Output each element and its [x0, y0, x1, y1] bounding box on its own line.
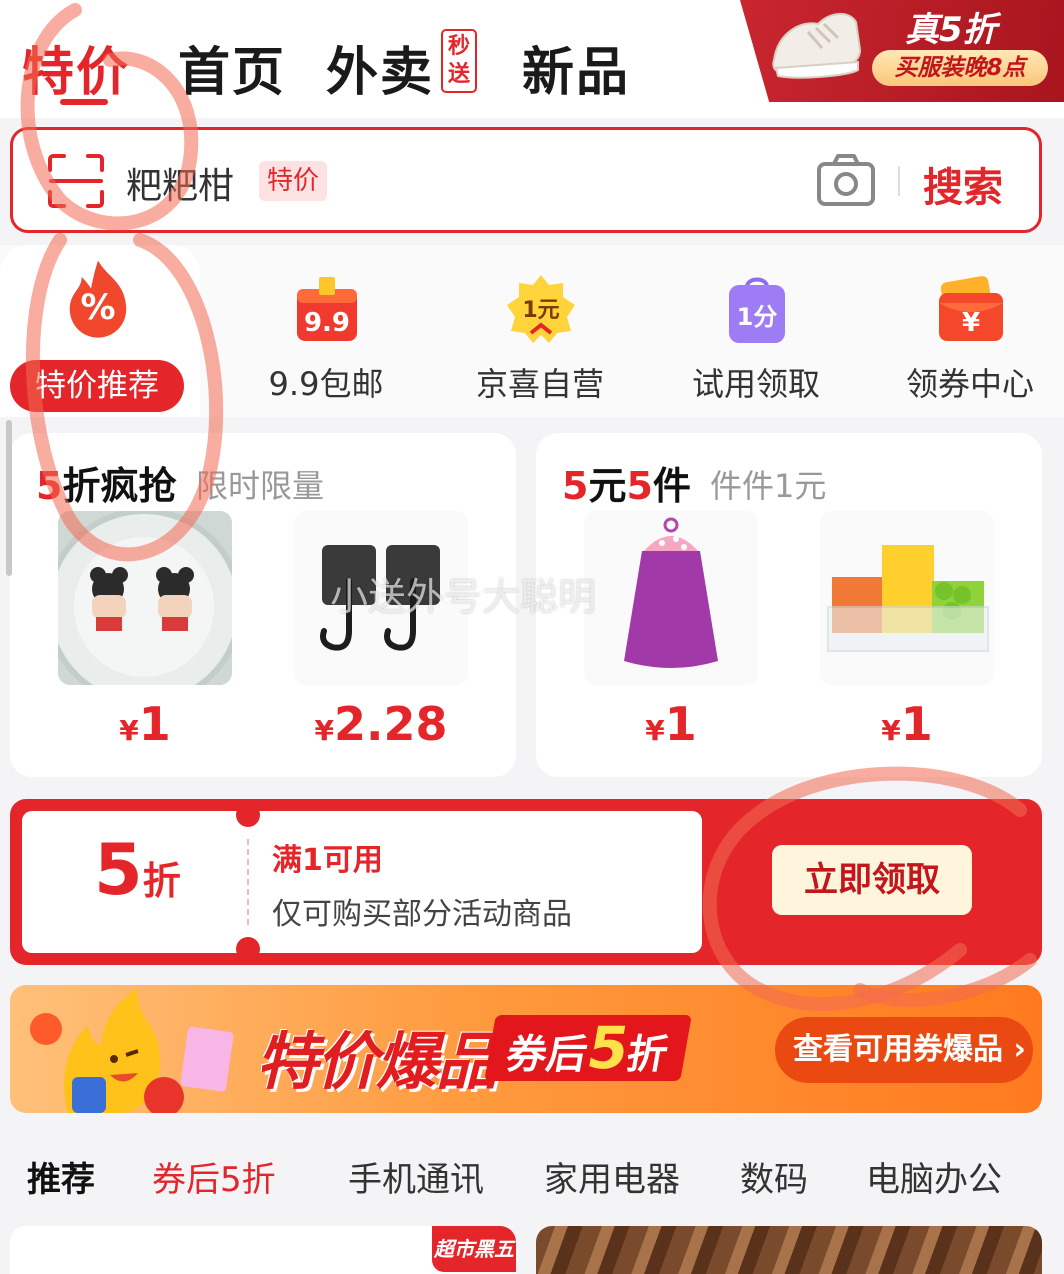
deal-card-five-for-five[interactable]: 5元5件 件件1元 ¥1 ¥1 [536, 433, 1042, 777]
nav-label: 试用领取 [691, 365, 820, 403]
feed-card[interactable]: 超市黑五 [10, 1226, 516, 1274]
search-divider [898, 166, 900, 196]
search-input[interactable]: 粑粑柑 [126, 157, 234, 209]
product-price: ¥1 [881, 697, 933, 751]
search-button[interactable]: 搜索 [923, 155, 1003, 213]
deal-card-half-price[interactable]: 5折疯抢 限时限量 ¥1 ¥2.28 [10, 433, 516, 777]
camera-icon[interactable] [816, 153, 876, 207]
yuan-badge-icon: 1元 [507, 275, 575, 343]
hot-deals-banner[interactable]: 特价爆品 券后5折 查看可用券爆品 › [10, 985, 1042, 1113]
sneaker-image [772, 13, 862, 79]
deal-subtitle: 件件1元 [710, 467, 827, 505]
nav-item-trial-claim[interactable]: 1分 试用领取 [656, 245, 856, 417]
nav-label: 特价推荐 [10, 360, 184, 412]
icon-nav: % 特价推荐 9.9 9.9包邮 1元 京喜自营 1分 试用领取 ¥ 领券中心 [0, 245, 1064, 417]
tab-takeout[interactable]: 外卖 [326, 30, 434, 105]
coupon-condition: 满1可用 [272, 843, 383, 878]
category-tab-appliances[interactable]: 家用电器 [544, 1152, 680, 1201]
coupon-notch [236, 803, 260, 827]
category-tab-phones[interactable]: 手机通讯 [348, 1152, 484, 1201]
claim-coupon-button[interactable]: 立即领取 [772, 845, 972, 915]
banner-title: 特价爆品 [256, 1025, 498, 1098]
promo-title: 真5折 [905, 10, 997, 50]
category-tab-computers[interactable]: 电脑办公 [866, 1152, 1002, 1201]
category-tab-half-price-coupon[interactable]: 券后5折 [152, 1152, 276, 1201]
coupon-divider [247, 839, 249, 925]
nav-label: 领券中心 [905, 365, 1034, 403]
nav-item-coupon-center[interactable]: ¥ 领券中心 [870, 245, 1064, 417]
percent-flame-icon: % [69, 260, 127, 338]
coupon-notch [236, 937, 260, 961]
red-envelope-icon: ¥ [939, 276, 1003, 341]
deal-subtitle: 限时限量 [196, 467, 325, 505]
flame-mascot-image [30, 989, 234, 1113]
scan-icon[interactable] [47, 154, 105, 208]
coupon-card[interactable]: 5折 满1可用 仅可购买部分活动商品 立即领取 [10, 799, 1042, 965]
search-tag: 特价 [259, 161, 328, 201]
search-bar[interactable]: 粑粑柑 特价 搜索 [10, 127, 1042, 233]
top-tab-bar: 特价 首页 外卖 秒送 新品 真5折 买服装晚8点 [0, 0, 1064, 118]
nav-label: 京喜自营 [475, 365, 604, 403]
gift-box-icon: 9.9 [297, 277, 357, 341]
product-price: ¥1 [645, 697, 697, 751]
svg-text:9.9: 9.9 [304, 308, 350, 338]
tab-new-products[interactable]: 新品 [522, 30, 630, 105]
feed-tag: 超市黑五 [432, 1226, 516, 1272]
coupon-description: 仅可购买部分活动商品 [272, 897, 572, 932]
nav-item-special-recommend[interactable]: % 特价推荐 [0, 245, 200, 417]
coupon-discount: 5折 [94, 829, 181, 911]
svg-text:1分: 1分 [737, 303, 778, 331]
deal-title: 5折疯抢 [36, 464, 177, 508]
product-image-cartoon-plate[interactable] [58, 511, 232, 685]
svg-text:1元: 1元 [522, 298, 559, 323]
svg-text:%: % [80, 288, 115, 328]
category-tab-recommend[interactable]: 推荐 [27, 1152, 95, 1201]
product-price: ¥1 [119, 697, 171, 751]
tab-special-price[interactable]: 特价 [22, 30, 130, 105]
scroll-indicator[interactable] [6, 420, 12, 576]
nav-item-9-9-free-shipping[interactable]: 9.9 9.9包邮 [226, 245, 426, 417]
category-tabs: 推荐 券后5折 手机通讯 家用电器 数码 电脑办公 [0, 1128, 1064, 1218]
banner-subtitle: 券后5折 [484, 1014, 693, 1082]
promo-subtitle: 买服装晚8点 [872, 50, 1048, 86]
shopping-bag-icon: 1分 [729, 277, 785, 343]
product-image-wall-hooks[interactable] [294, 511, 468, 685]
nav-item-jingxi-self-operated[interactable]: 1元 京喜自营 [440, 245, 640, 417]
product-image-hand-towel[interactable] [584, 511, 758, 685]
feed-image [536, 1226, 1042, 1274]
nav-label: 9.9包邮 [268, 365, 384, 403]
view-coupon-products-button[interactable]: 查看可用券爆品 › [775, 1017, 1033, 1083]
deal-title: 5元5件 [562, 464, 691, 508]
category-tab-digital[interactable]: 数码 [740, 1152, 808, 1201]
tab-home[interactable]: 首页 [178, 30, 286, 105]
flash-delivery-badge: 秒送 [441, 29, 477, 93]
active-tab-indicator [60, 99, 108, 105]
product-image-vegetable-box[interactable] [820, 511, 994, 685]
product-price: ¥2.28 [314, 697, 448, 751]
svg-text:¥: ¥ [962, 308, 980, 338]
feed-card[interactable] [536, 1226, 1042, 1274]
